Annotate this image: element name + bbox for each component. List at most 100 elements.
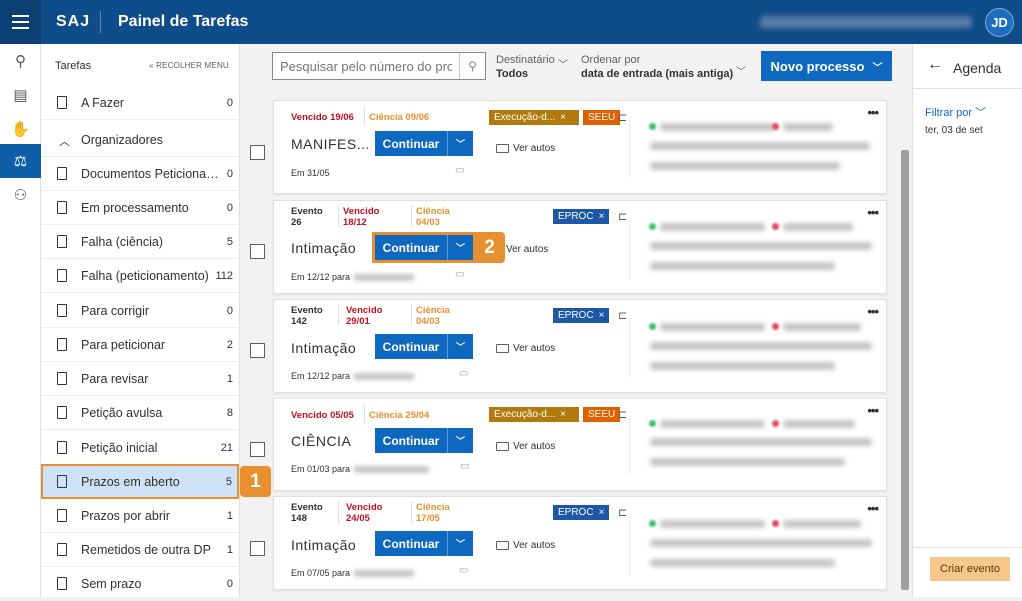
sidebar-item-prazos-por-abrir[interactable]: Prazos por abrir 1 [41, 499, 240, 533]
tag-execucao[interactable]: Execução-d... × [489, 407, 579, 422]
task-card[interactable]: Vencido 19/06 Ciência 09/06 Execução-d..… [273, 100, 887, 194]
close-icon[interactable]: × [599, 211, 605, 222]
search-box: ⚲ [272, 52, 486, 80]
view-records-link[interactable]: Ver autos [496, 441, 555, 452]
more-options-icon[interactable]: ••• [867, 501, 879, 516]
new-process-button[interactable]: Novo processo ﹀ [761, 51, 892, 81]
close-icon[interactable]: × [599, 507, 605, 518]
view-records-link[interactable]: Ver autos [506, 244, 548, 255]
card-checkbox[interactable] [250, 541, 265, 556]
blurred-class [650, 342, 872, 350]
comment-icon[interactable]: ▭ [459, 368, 468, 379]
sidebar-item-falha-ciencia[interactable]: Falha (ciência) 5 [41, 225, 240, 259]
sidebar-item-sem-prazo[interactable]: Sem prazo 0 [41, 567, 240, 601]
task-type: Intimação [291, 340, 357, 356]
tag-eproc[interactable]: EPROC × [553, 308, 610, 323]
status-dot-green [649, 223, 656, 230]
tag-seeu[interactable]: SEEU [583, 407, 621, 422]
sidebar-item-para-peticionar[interactable]: Para peticionar 2 [41, 328, 240, 362]
divider [629, 515, 630, 575]
handshake-icon[interactable]: ✋ [0, 112, 41, 146]
comment-icon[interactable]: ▭ [459, 565, 468, 576]
tag-eproc[interactable]: EPROC × [553, 505, 610, 520]
blurred-number [650, 262, 835, 270]
chevron-down-icon[interactable]: ﹀ [447, 531, 473, 556]
task-card[interactable]: Vencido 05/05 Ciência 25/04 Execução-d..… [273, 398, 887, 491]
more-options-icon[interactable]: ••• [867, 205, 879, 220]
card-checkbox[interactable] [250, 343, 265, 358]
clipboard-icon[interactable]: ▤ [0, 78, 41, 112]
tag-manage-icon[interactable]: ⊏ [618, 309, 627, 322]
chevron-down-icon[interactable]: ﹀ [447, 334, 473, 359]
continue-button[interactable]: Continuar ﹀ [375, 531, 473, 556]
more-options-icon[interactable]: ••• [867, 105, 879, 120]
balance-scale-icon[interactable]: ⚖ [0, 144, 41, 178]
create-event-button[interactable]: Criar evento [930, 557, 1010, 581]
sidebar-item-para-revisar[interactable]: Para revisar 1 [41, 362, 240, 396]
due-date-label: Vencido 29/01 [346, 305, 382, 327]
search-icon[interactable]: ⚲ [459, 53, 485, 79]
sidebar-title: Tarefas [55, 60, 92, 72]
tag-eproc[interactable]: EPROC × [553, 209, 610, 224]
continue-button[interactable]: Continuar ﹀ [375, 334, 473, 359]
order-dropdown[interactable]: Ordenar por data de entrada (mais antiga… [581, 53, 746, 81]
sidebar-group-organizadores[interactable]: ︿ Organizadores [41, 123, 240, 157]
tag-seeu[interactable]: SEEU [583, 110, 621, 125]
sidebar-item-falha-peticionamento[interactable]: Falha (peticionamento) 112 [41, 259, 240, 293]
agenda-filter-dropdown[interactable]: Filtrar por ﹀ [925, 104, 986, 120]
task-card[interactable]: Evento 26 Vencido 18/12 Ciência 04/03 EPROC… [273, 200, 887, 294]
search-input[interactable] [273, 53, 459, 79]
comment-icon[interactable]: ▭ [455, 165, 464, 176]
comment-icon[interactable]: ▭ [460, 461, 469, 472]
chevron-down-icon[interactable]: ﹀ [447, 235, 473, 260]
bookmark-icon [57, 372, 67, 385]
chevron-down-icon[interactable]: ﹀ [447, 131, 473, 156]
sidebar-item-em-processamento[interactable]: Em processamento 0 [41, 191, 240, 225]
tasks-user-icon[interactable]: ⚲ [0, 44, 41, 78]
tag-manage-icon[interactable]: ⊏ [618, 506, 627, 519]
continue-label: Continuar [382, 433, 440, 448]
task-card[interactable]: Evento 142 Vencido 29/01 Ciência 04/03 EPRO… [273, 299, 887, 393]
close-icon[interactable]: × [560, 112, 566, 123]
tag-manage-icon[interactable]: ⊏ [618, 111, 627, 124]
received-date: Em 07/05 para [291, 568, 351, 578]
sidebar-item-peticao-inicial[interactable]: Petição inicial 21 [41, 431, 240, 465]
continue-button[interactable]: Continuar ﹀ [375, 131, 473, 156]
close-icon[interactable]: × [560, 409, 566, 420]
scrollbar[interactable] [901, 150, 909, 590]
sidebar-item-documentos-peticionados[interactable]: Documentos Peticionados 0 [41, 157, 240, 191]
collapse-menu-link[interactable]: « RECOLHER MENU [149, 61, 229, 70]
arrow-left-icon[interactable]: ← [927, 56, 943, 74]
close-icon[interactable]: × [599, 310, 605, 321]
blurred-class [650, 242, 872, 250]
chevron-down-icon[interactable]: ﹀ [447, 428, 473, 453]
recipient-dropdown[interactable]: Destinatário Todos ﹀ [496, 53, 568, 81]
blurred-party [783, 223, 853, 231]
tag-label: SEEU [588, 409, 616, 420]
sidebar-item-peticao-avulsa[interactable]: Petição avulsa 8 [41, 396, 240, 430]
tag-manage-icon[interactable]: ⊏ [618, 408, 627, 421]
sidebar-item-remetidos[interactable]: Remetidos de outra DP 1 [41, 533, 240, 567]
more-options-icon[interactable]: ••• [867, 403, 879, 418]
people-icon[interactable]: ⚇ [0, 178, 41, 212]
view-records-link[interactable]: Ver autos [496, 540, 555, 551]
card-checkbox[interactable] [250, 244, 265, 259]
sidebar-item-para-corrigir[interactable]: Para corrigir 0 [41, 294, 240, 328]
tag-execucao[interactable]: Execução-d... × [489, 110, 579, 125]
chevron-up-icon: ︿ [59, 136, 70, 148]
view-records-link[interactable]: Ver autos [496, 143, 555, 154]
continue-button[interactable]: Continuar ﹀ [375, 428, 473, 453]
sidebar-item-a-fazer[interactable]: A Fazer 0 [41, 86, 240, 120]
more-options-icon[interactable]: ••• [867, 304, 879, 319]
tag-manage-icon[interactable]: ⊏ [618, 210, 627, 223]
event-number: 148 [291, 513, 307, 524]
card-checkbox[interactable] [250, 145, 265, 160]
continue-button[interactable]: Continuar ﹀ [372, 232, 476, 263]
view-records-link[interactable]: Ver autos [496, 343, 555, 354]
card-checkbox[interactable] [250, 442, 265, 457]
comment-icon[interactable]: ▭ [455, 269, 464, 280]
avatar[interactable]: JD [985, 8, 1014, 37]
task-card[interactable]: Evento 148 Vencido 24/05 Ciência 17/05 EPRO… [273, 496, 887, 590]
sidebar-item-prazos-em-aberto[interactable]: Prazos em aberto 5 [41, 464, 239, 499]
hamburger-menu-icon[interactable] [0, 0, 41, 44]
